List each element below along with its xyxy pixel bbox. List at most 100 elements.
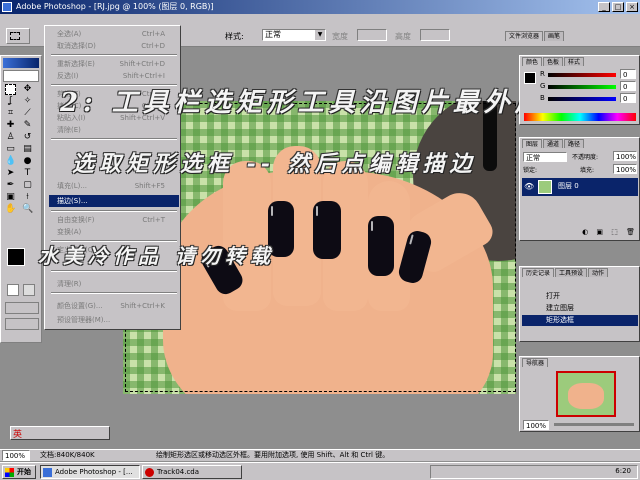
tool-preset-picker[interactable] [6, 28, 30, 44]
menu-item[interactable]: 全选(A) Ctrl+A [49, 28, 179, 40]
tab-styles[interactable]: 样式 [564, 57, 585, 66]
menu-item[interactable]: 取消选择(D) Ctrl+D [49, 40, 179, 52]
tab-paths[interactable]: 路径 [564, 139, 585, 148]
history-item-current[interactable]: 矩形选框 [522, 315, 638, 326]
color-ramp[interactable] [524, 113, 636, 121]
magic-wand-tool-icon[interactable]: ✧ [22, 96, 33, 107]
pen-tool-icon[interactable]: ✒ [5, 180, 16, 191]
layer-name: 图层 0 [558, 182, 579, 190]
tab-color[interactable]: 颜色 [522, 57, 543, 66]
move-tool-icon[interactable]: ✥ [22, 84, 33, 95]
navigator-zoom[interactable]: 100% [523, 420, 549, 430]
menu-item-stroke[interactable]: 描边(S)... [49, 195, 179, 207]
shape-tool-icon[interactable]: ▢ [22, 180, 33, 191]
status-doc-info[interactable]: 文档:840K/840K [40, 450, 95, 461]
adobe-online-icon[interactable] [3, 70, 39, 82]
menu-item[interactable]: 预设管理器(M)... [49, 314, 179, 326]
height-field[interactable] [420, 29, 450, 41]
g-slider[interactable] [548, 85, 616, 89]
menu-item-label: 清理(R) [57, 280, 82, 288]
b-value[interactable]: 0 [620, 93, 636, 103]
zoom-tool-icon[interactable]: 🔍 [22, 204, 33, 215]
style-select[interactable]: 正常 ▼ [262, 29, 326, 41]
ime-toolbar[interactable]: 英 [10, 426, 110, 440]
window-title: Adobe Photoshop - [RJ.jpg @ 100% (图层 0, … [16, 2, 214, 11]
lasso-tool-icon[interactable]: ʆ [5, 96, 16, 107]
crop-tool-icon[interactable]: ⌗ [5, 108, 16, 119]
tab-brushes[interactable]: 画笔 [544, 31, 565, 41]
menu-item[interactable]: 清理(R) [49, 278, 179, 290]
jump-to-imageready-icon[interactable] [5, 318, 39, 330]
opacity-value[interactable]: 100% [613, 151, 637, 161]
tab-tool-presets[interactable]: 工具预设 [555, 268, 588, 277]
menu-item[interactable]: 变换(A) [49, 226, 179, 238]
menu-separator [51, 270, 177, 272]
type-tool-icon[interactable]: T [22, 168, 33, 179]
b-slider[interactable] [548, 97, 616, 101]
screen-mode-icon[interactable] [5, 302, 39, 314]
slice-tool-icon[interactable]: ⟋ [22, 108, 33, 119]
r-slider[interactable] [548, 73, 616, 77]
tab-history[interactable]: 历史记录 [522, 268, 555, 277]
tutorial-text-line-1: 2: 工具栏选矩形工具沿图片最外层 [60, 88, 546, 118]
notes-tool-icon[interactable]: ▣ [5, 192, 16, 203]
eraser-tool-icon[interactable]: ▭ [5, 144, 16, 155]
taskbar-cd-player[interactable]: Track04.cda [142, 465, 242, 479]
layer-panel-buttons[interactable]: ◐ ▣ ⬚ 🗑 [522, 228, 638, 238]
tab-file-browser[interactable]: 文件浏览器 [505, 31, 544, 41]
taskbar-photoshop[interactable]: Adobe Photoshop - [... [40, 465, 140, 479]
eye-icon[interactable]: 👁 [524, 182, 534, 191]
dodge-tool-icon[interactable]: ● [22, 156, 33, 167]
brush-tool-icon[interactable]: ✎ [22, 120, 33, 131]
tab-swatches[interactable]: 色板 [543, 57, 564, 66]
clone-stamp-tool-icon[interactable]: ♙ [5, 132, 16, 143]
color-panel: 颜色 色板 样式 R 0 G 0 B 0 [519, 55, 640, 125]
tutorial-text-line-2: 选取矩形选框 -- 然后点编辑描边 [72, 151, 477, 177]
g-value[interactable]: 0 [620, 81, 636, 91]
close-button[interactable]: × [626, 2, 638, 12]
path-selection-tool-icon[interactable]: ➤ [5, 168, 16, 179]
tab-navigator[interactable]: 导航器 [522, 358, 549, 367]
menu-item[interactable]: 颜色设置(G)... Shift+Ctrl+K [49, 300, 179, 312]
menu-item[interactable]: 重新选择(E) Shift+Ctrl+D [49, 58, 179, 70]
toolbox-header [3, 58, 39, 68]
menu-item-label: 变换(A) [57, 228, 82, 236]
menu-item[interactable]: 填充(L)... Shift+F5 [49, 180, 179, 192]
minimize-button[interactable]: _ [598, 2, 610, 12]
layers-panel-tabs: 图层 通道 路径 [520, 138, 639, 148]
zoom-slider[interactable] [554, 423, 634, 426]
standard-mode-icon[interactable] [7, 284, 19, 296]
tab-channels[interactable]: 通道 [543, 139, 564, 148]
tab-layers[interactable]: 图层 [522, 139, 543, 148]
tab-actions[interactable]: 动作 [588, 268, 609, 277]
rect-marquee-tool-icon[interactable] [5, 84, 16, 95]
menu-item[interactable]: 反选(I) Shift+Ctrl+I [49, 70, 179, 82]
r-value[interactable]: 0 [620, 69, 636, 79]
rect-marquee-icon [10, 32, 20, 40]
hand-tool-icon[interactable]: ✋ [5, 204, 16, 215]
window-title-bar[interactable]: Adobe Photoshop - [RJ.jpg @ 100% (图层 0, … [0, 0, 640, 14]
fill-value[interactable]: 100% [613, 164, 637, 174]
history-item[interactable]: 建立图层 [522, 303, 638, 314]
menu-item[interactable]: 清除(E) [49, 124, 179, 136]
foreground-color-swatch[interactable] [7, 248, 25, 266]
maximize-button[interactable]: □ [612, 2, 624, 12]
ime-mode[interactable]: 英 [13, 427, 22, 440]
quick-mask-icon[interactable] [23, 284, 35, 296]
status-bar: 100% 文档:840K/840K 绘制矩形选区或移动选区外框。要用附加选项, … [0, 449, 640, 461]
eyedropper-tool-icon[interactable]: ⟊ [22, 192, 33, 203]
navigator-thumbnail[interactable] [556, 371, 616, 417]
layer-row[interactable]: 👁 图层 0 [522, 178, 638, 196]
menu-bar[interactable] [0, 14, 640, 25]
gradient-tool-icon[interactable]: ▤ [22, 144, 33, 155]
status-zoom[interactable]: 100% [2, 450, 30, 461]
healing-brush-tool-icon[interactable]: ✚ [5, 120, 16, 131]
blur-tool-icon[interactable]: 💧 [5, 156, 16, 167]
history-item[interactable]: 打开 [522, 291, 638, 302]
color-panel-foreground[interactable] [524, 72, 536, 84]
history-brush-tool-icon[interactable]: ↺ [22, 132, 33, 143]
start-button[interactable]: 开始 [2, 465, 36, 479]
blend-mode-select[interactable]: 正常 [523, 152, 567, 162]
menu-item[interactable]: 自由变换(F) Ctrl+T [49, 214, 179, 226]
width-field[interactable] [357, 29, 387, 41]
